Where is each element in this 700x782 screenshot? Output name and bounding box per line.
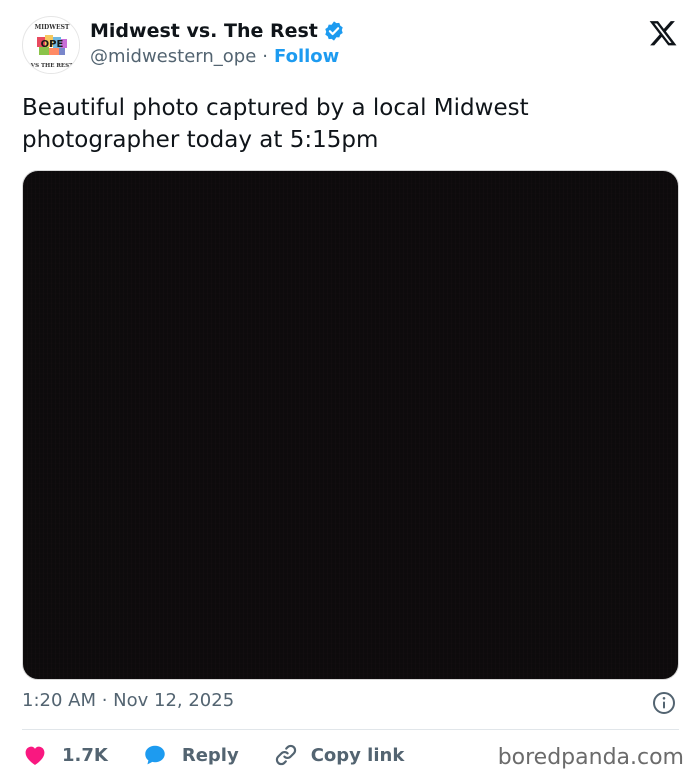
tweet-header: OPE MIDWEST VS THE REST Midwest vs. The … <box>22 14 682 78</box>
copy-link-label: Copy link <box>310 744 405 766</box>
avatar[interactable]: OPE MIDWEST VS THE REST <box>22 16 80 74</box>
handle-row: @midwestern_ope · Follow <box>90 46 345 67</box>
handle[interactable]: @midwestern_ope <box>90 46 256 67</box>
divider <box>22 729 679 730</box>
copy-link-button[interactable]: Copy link <box>273 742 405 768</box>
avatar-logo: OPE MIDWEST VS THE REST <box>24 18 79 73</box>
separator-dot: · <box>262 46 269 67</box>
reply-bubble-icon <box>145 745 165 765</box>
name-row: Midwest vs. The Rest <box>90 20 345 42</box>
link-icon <box>275 744 296 766</box>
verified-badge-icon <box>325 21 343 41</box>
like-button[interactable]: 1.7K <box>22 742 108 768</box>
photo-content <box>23 171 678 679</box>
author-info: Midwest vs. The Rest @midwestern_ope · F… <box>90 20 345 67</box>
tweet-text: Beautiful photo captured by a local Midw… <box>22 95 529 153</box>
x-logo-icon[interactable] <box>648 18 678 48</box>
reply-button[interactable]: Reply <box>142 742 239 768</box>
heart-icon <box>25 746 45 765</box>
likes-count: 1.7K <box>62 744 108 766</box>
info-icon[interactable] <box>652 691 676 715</box>
display-name[interactable]: Midwest vs. The Rest <box>90 20 318 42</box>
avatar-top-text: MIDWEST <box>35 24 70 31</box>
reply-label: Reply <box>181 744 239 766</box>
action-bar: 1.7K Reply Copy link <box>22 740 404 770</box>
follow-button[interactable]: Follow <box>274 46 339 67</box>
tweet-timestamp[interactable]: 1:20 AM · Nov 12, 2025 <box>22 690 234 711</box>
avatar-bottom-text: VS THE REST <box>30 63 74 69</box>
watermark: boredpanda.com <box>497 745 684 770</box>
avatar-center-text: OPE <box>41 39 64 50</box>
tweet-photo[interactable] <box>22 170 679 680</box>
